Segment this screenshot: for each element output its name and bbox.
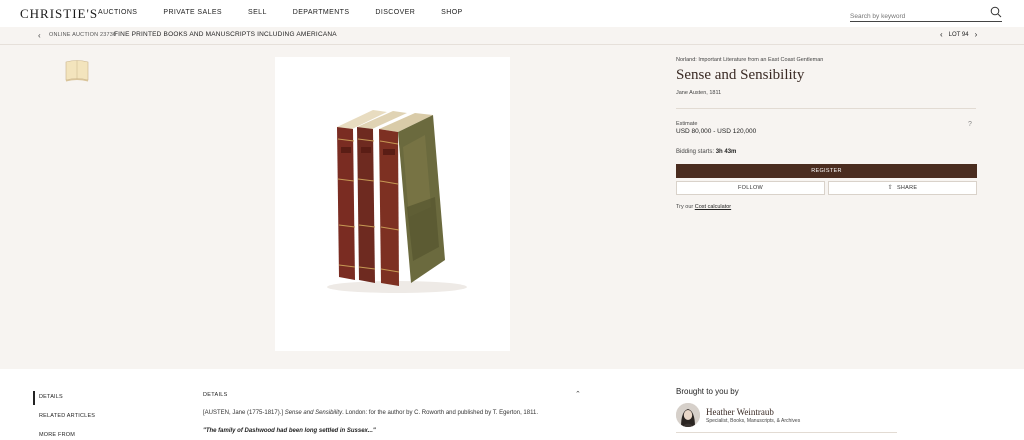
lot-hero-background: [0, 27, 1024, 369]
lot-thumbnail-image[interactable]: [63, 57, 91, 84]
chevron-left-icon[interactable]: ‹: [38, 31, 41, 40]
lot-author: Jane Austen, 1811: [676, 90, 722, 96]
share-icon: ⇧: [887, 185, 893, 191]
register-button[interactable]: REGISTER: [676, 164, 977, 178]
nav-auctions[interactable]: AUCTIONS: [98, 9, 137, 16]
cost-calculator-link[interactable]: Cost calculator: [695, 204, 731, 210]
specialist-portrait: [676, 403, 700, 427]
details-heading: DETAILS: [203, 392, 228, 398]
brought-to-you-heading: Brought to you by: [676, 387, 739, 396]
tab-details[interactable]: DETAILS: [39, 394, 63, 400]
main-nav: AUCTIONS PRIVATE SALES SELL DEPARTMENTS …: [98, 9, 489, 16]
active-tab-indicator: [33, 391, 35, 405]
details-quote: "The family of Dashwood had been long se…: [203, 428, 376, 434]
book-set-illustration: [327, 110, 467, 293]
avatar: [676, 403, 700, 427]
nav-departments[interactable]: DEPARTMENTS: [293, 9, 350, 16]
specialist-name[interactable]: Heather Weintraub: [706, 407, 774, 417]
search-input[interactable]: [850, 9, 980, 24]
breadcrumb-auction-title[interactable]: FINE PRINTED BOOKS AND MANUSCRIPTS INCLU…: [114, 31, 337, 38]
details-author: [AUSTEN, Jane (1775-1817).]: [203, 410, 284, 416]
lot-provenance: Norland: Important Literature from an Ea…: [676, 57, 824, 63]
estimate-value: USD 80,000 - USD 120,000: [676, 128, 757, 135]
details-description: [AUSTEN, Jane (1775-1817).] Sense and Se…: [203, 410, 538, 416]
nav-shop[interactable]: SHOP: [441, 9, 462, 16]
bidding-starts-countdown: 3h 43m: [715, 149, 737, 155]
share-label: SHARE: [896, 185, 918, 191]
follow-button[interactable]: FOLLOW: [676, 181, 825, 195]
top-navigation: CHRISTIE'S AUCTIONS PRIVATE SALES SELL D…: [0, 0, 1024, 27]
nav-private-sales[interactable]: PRIVATE SALES: [163, 9, 222, 16]
lot-navigation: ‹ LOT 94 ›: [940, 30, 977, 39]
divider: [676, 432, 897, 433]
specialist-title: Specialist, Books, Manuscripts, & Archiv…: [706, 418, 801, 424]
nav-sell[interactable]: SELL: [248, 9, 267, 16]
help-icon[interactable]: ?: [968, 121, 972, 128]
tab-related-articles[interactable]: RELATED ARTICLES: [39, 413, 95, 419]
cost-prefix: Try our: [676, 204, 694, 210]
search-icon[interactable]: [990, 6, 1002, 18]
breadcrumb-auction-number[interactable]: ONLINE AUCTION 23736: [49, 32, 116, 38]
lot-title: Sense and Sensibility: [676, 67, 805, 83]
lot-main-image[interactable]: [275, 57, 510, 351]
estimate-label: Estimate: [676, 121, 698, 127]
chevron-up-icon[interactable]: ⌃: [575, 390, 581, 398]
bidding-starts: Bidding starts: 3h 43m: [676, 149, 736, 155]
tab-more-from[interactable]: MORE FROM: [39, 432, 75, 438]
divider: [676, 108, 976, 109]
nav-discover[interactable]: DISCOVER: [375, 9, 415, 16]
next-lot-arrow-icon[interactable]: ›: [975, 30, 978, 39]
search-box: [850, 5, 1002, 24]
brand-logo[interactable]: CHRISTIE'S: [20, 6, 98, 22]
cost-calculator-text: Try our Cost calculator: [676, 204, 731, 210]
details-imprint: . London: for the author by C. Roworth a…: [342, 410, 538, 416]
bidding-starts-label: Bidding starts:: [676, 149, 715, 155]
lot-number: LOT 94: [948, 31, 969, 38]
share-button[interactable]: ⇧ SHARE: [828, 181, 977, 195]
details-book-title: Sense and Sensibility: [284, 410, 343, 416]
previous-lot-arrow-icon[interactable]: ‹: [940, 30, 943, 39]
